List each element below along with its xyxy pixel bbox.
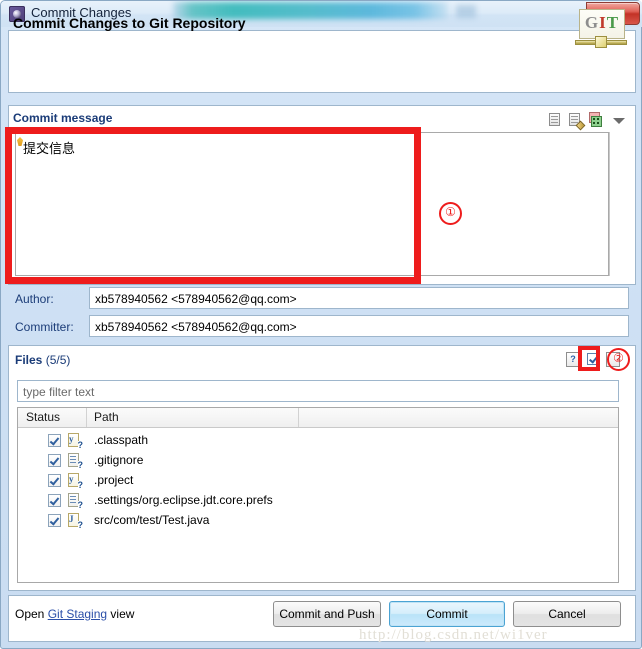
commit-message-sash (609, 132, 610, 276)
table-row[interactable]: y? .classpath (18, 431, 618, 451)
commit-changes-dialog: Commit Changes x Commit Changes to Git R… (0, 0, 642, 649)
cancel-button[interactable]: Cancel (513, 601, 621, 627)
row-path: .project (94, 473, 134, 487)
git-logo-t: T (606, 13, 620, 32)
git-logo-knob (595, 36, 607, 48)
row-checkbox[interactable] (48, 514, 61, 527)
open-prefix: Open (15, 607, 45, 621)
row-checkbox[interactable] (48, 474, 61, 487)
amend-previous-commit-icon[interactable] (587, 112, 603, 128)
page-title: Commit Changes to Git Repository (13, 15, 246, 31)
table-row[interactable]: J? src/com/test/Test.java (18, 511, 618, 531)
row-checkbox[interactable] (48, 494, 61, 507)
deselect-all-icon[interactable] (605, 351, 622, 368)
git-logo-icon: GIT (575, 9, 627, 55)
row-path: src/com/test/Test.java (94, 513, 210, 527)
java-properties-file-icon: y? (68, 433, 83, 450)
commit-message-value: 提交信息 (23, 142, 76, 157)
text-file-icon: ? (68, 493, 83, 510)
row-checkbox[interactable] (48, 434, 61, 447)
author-label: Author: (15, 292, 54, 306)
committer-field[interactable]: xb578940562 <578940562@qq.com> (89, 315, 629, 337)
select-all-checkbox-icon[interactable] (585, 351, 602, 368)
redacted-title-region-secondary (456, 5, 476, 18)
column-header-path[interactable]: Path (94, 410, 119, 424)
table-row[interactable]: ? .settings/org.eclipse.jdt.core.prefs (18, 491, 618, 511)
row-path: .settings/org.eclipse.jdt.core.prefs (94, 493, 273, 507)
insert-change-id-icon[interactable] (567, 112, 586, 131)
filter-input[interactable]: type filter text (17, 380, 619, 402)
row-path: .gitignore (94, 453, 144, 467)
open-git-staging-text: Open Git Staging view (15, 607, 134, 621)
java-properties-file-icon: y? (68, 473, 83, 490)
view-menu-chevron-icon[interactable] (613, 115, 625, 127)
table-row[interactable]: y? .project (18, 471, 618, 491)
table-header: Status Path (18, 408, 618, 428)
files-group-label: Files (5/5) (15, 353, 70, 367)
java-source-file-icon: J? (68, 513, 83, 530)
commit-message-input[interactable]: 提交信息 (15, 132, 609, 276)
file-table[interactable]: Status Path y? .classpath ? .gitignore y… (17, 407, 619, 583)
column-header-status[interactable]: Status (26, 410, 60, 424)
git-logo-g: G (584, 13, 600, 32)
commit-button[interactable]: Commit (389, 601, 505, 627)
author-field[interactable]: xb578940562 <578940562@qq.com> (89, 287, 629, 309)
git-staging-link[interactable]: Git Staging (48, 607, 107, 621)
git-logo-plate: GIT (579, 9, 625, 39)
git-logo-i: I (599, 13, 607, 32)
table-row[interactable]: ? .gitignore (18, 451, 618, 471)
insert-signed-off-by-icon[interactable] (547, 112, 563, 128)
files-group-label-title: Files (15, 353, 43, 367)
commit-and-push-button[interactable]: Commit and Push (273, 601, 381, 627)
header-panel (8, 30, 636, 93)
row-path: .classpath (94, 433, 149, 447)
open-suffix: view (110, 607, 135, 621)
git-logo-letters: GIT (580, 13, 624, 33)
committer-label: Committer: (15, 320, 74, 334)
files-group-label-count: (5/5) (45, 353, 71, 367)
row-checkbox[interactable] (48, 454, 61, 467)
text-file-icon: ? (68, 453, 83, 470)
commit-message-label: Commit message (13, 111, 113, 125)
show-untracked-help-icon[interactable]: ? (565, 351, 582, 368)
